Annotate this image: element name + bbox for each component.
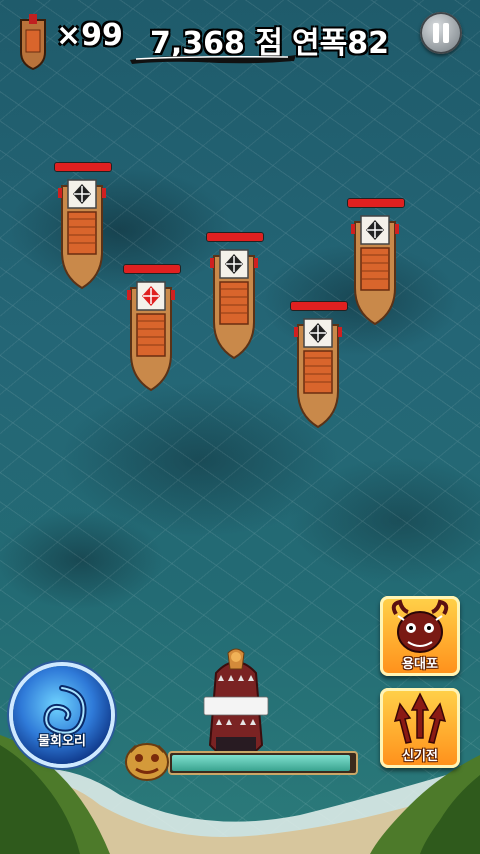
enemy-ship-sprite xyxy=(127,281,175,392)
enemy-health-bar xyxy=(290,301,348,311)
dragon-cannon-skill-label: 용대포 xyxy=(402,657,438,672)
rocket-arrow-skill-label: 신기전 xyxy=(402,749,438,764)
enemy-health-bar xyxy=(347,198,405,208)
enemy-ship-sprite xyxy=(294,318,342,429)
pause-icon xyxy=(433,23,439,43)
enemy-ship-sprite xyxy=(351,215,399,326)
enemy-ship xyxy=(54,162,112,290)
pause-icon-bar xyxy=(443,23,449,43)
lives-count: ×99 xyxy=(56,18,123,53)
enemy-health-bar xyxy=(54,162,112,172)
enemy-ship xyxy=(290,301,348,429)
enemy-ship-sprite xyxy=(210,249,258,360)
enemy-ship-sprite xyxy=(58,179,106,290)
enemy-ship xyxy=(123,264,181,392)
hud-bar: ×99 7,368 점 연폭82 xyxy=(0,0,480,70)
enemy-ship xyxy=(347,198,405,326)
whirlpool-icon xyxy=(43,685,87,736)
pause-button[interactable] xyxy=(420,12,462,54)
enemy-health-bar xyxy=(123,264,181,274)
power-gauge-track xyxy=(168,751,358,775)
rocket-arrow-skill-button[interactable]: 신기전 xyxy=(380,688,460,768)
game-screen[interactable]: 물회오리 용대포 신기전 ×99 7,368 점 연폭82 xyxy=(0,0,480,854)
brush-stroke-underline xyxy=(130,55,296,64)
dragon-cannon-skill-button[interactable]: 용대포 xyxy=(380,596,460,676)
power-gauge-fill xyxy=(172,755,351,771)
power-gauge xyxy=(124,742,364,782)
enemy-health-bar xyxy=(206,232,264,242)
goblin-mask-icon xyxy=(125,743,169,781)
whirlpool-skill-button[interactable]: 물회오리 xyxy=(13,666,111,764)
ship-lives-icon xyxy=(20,14,46,70)
combo-display: 연폭82 xyxy=(292,26,389,61)
whirlpool-skill-label: 물회오리 xyxy=(38,734,86,749)
enemy-ship xyxy=(206,232,264,360)
